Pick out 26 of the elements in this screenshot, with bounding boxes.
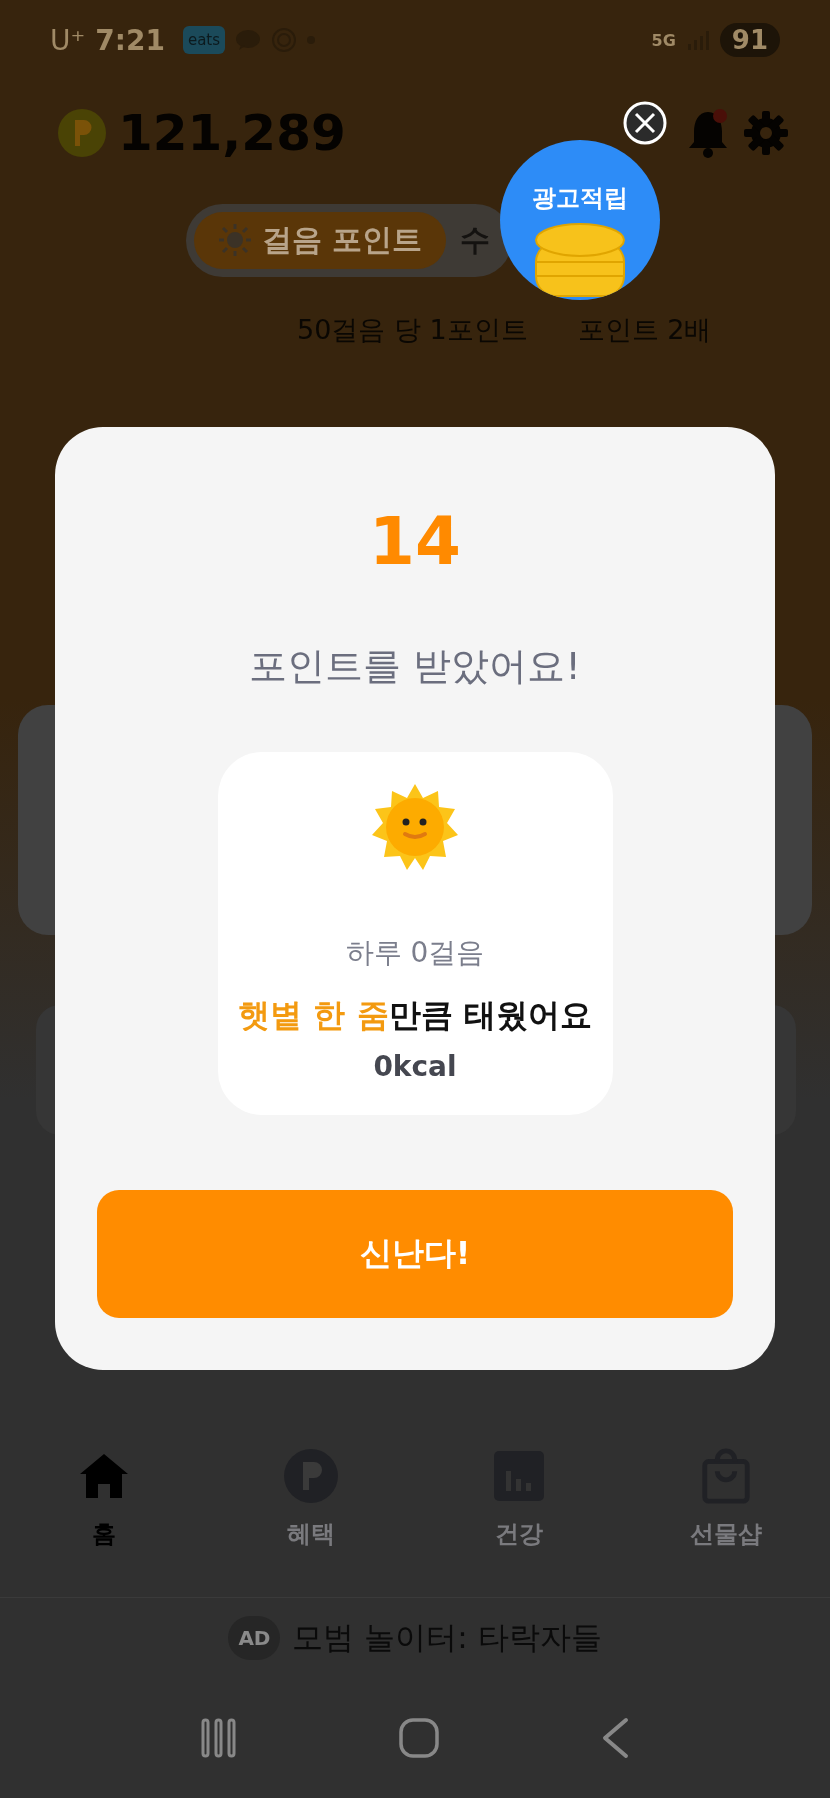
back-icon[interactable]: [600, 1717, 630, 1759]
smiling-sun-icon: [370, 782, 460, 872]
app-notification-badge: eats: [182, 26, 226, 54]
status-time: 7:21: [95, 23, 165, 57]
dialog-title: 포인트를 받았어요!: [249, 643, 581, 690]
earned-points: 14: [369, 509, 461, 575]
recent-apps-icon[interactable]: [200, 1718, 238, 1758]
coin-stack-icon: [532, 220, 628, 300]
network-label: 5G: [651, 30, 676, 50]
confirm-button[interactable]: 신난다!: [97, 1190, 733, 1318]
calories-burned: 0kcal: [373, 1050, 457, 1083]
nav-tab[interactable]: 혜택: [207, 1448, 415, 1597]
point-coin-icon: [58, 108, 106, 157]
sun-outline-icon: [218, 223, 252, 257]
ad-bubble[interactable]: 광고적립: [500, 140, 660, 300]
home-button-icon[interactable]: [398, 1717, 440, 1759]
nav-tab[interactable]: 선물샵: [622, 1448, 830, 1597]
battery-indicator: 91: [719, 23, 780, 57]
mode-tab[interactable]: 걸음 포인트: [194, 211, 447, 269]
point-coin-icon: [284, 1448, 339, 1504]
ad-badge: AD: [228, 1616, 281, 1660]
carrier-label: U⁺: [50, 23, 86, 57]
daily-steps: 하루 0걸음: [345, 934, 485, 972]
nav-tab[interactable]: 건강: [415, 1448, 623, 1597]
close-icon[interactable]: [623, 101, 667, 145]
burn-message: 햇볕 한 줌만큼 태웠어요: [238, 995, 592, 1036]
